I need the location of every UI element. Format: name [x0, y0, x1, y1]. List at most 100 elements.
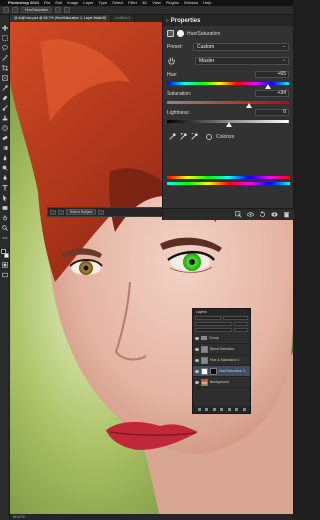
- channel-dropdown[interactable]: Master: [195, 56, 289, 65]
- layer-name: Hue & Saturation 1: [210, 358, 240, 362]
- saturation-slider-thumb[interactable]: [246, 103, 253, 108]
- visibility-eye-icon[interactable]: [195, 336, 199, 340]
- frame-tool-icon[interactable]: [1, 75, 8, 81]
- reset-icon[interactable]: [259, 211, 266, 218]
- layer-style-icon[interactable]: [205, 408, 208, 411]
- rectangle-tool-icon[interactable]: [2, 205, 8, 211]
- tab-active-document[interactable]: @ AdjEndo.psd @ 66.7% (Hue/Saturation 1,…: [10, 15, 112, 22]
- lock-options[interactable]: [195, 328, 232, 332]
- lightness-slider-thumb[interactable]: [225, 122, 232, 127]
- view-previous-state-icon[interactable]: [247, 211, 254, 218]
- task-bar-handle-icon[interactable]: [50, 209, 56, 215]
- new-group-icon[interactable]: [227, 408, 231, 411]
- add-mask-icon[interactable]: [212, 408, 216, 411]
- layer-mask-thumbnail[interactable]: [210, 367, 217, 375]
- adjustment-field[interactable]: Hue/Saturation: [21, 7, 53, 13]
- link-layers-icon[interactable]: [197, 408, 201, 411]
- layer-kind-filter[interactable]: [195, 316, 221, 320]
- saturation-value-field[interactable]: +34: [255, 90, 289, 97]
- task-bar-more-icon[interactable]: [98, 209, 105, 215]
- clone-stamp-tool-icon[interactable]: [2, 115, 8, 121]
- eyedropper-icon[interactable]: [169, 133, 176, 140]
- select-subject-button[interactable]: Select Subject: [66, 209, 97, 215]
- hue-slider-thumb[interactable]: [264, 84, 271, 89]
- preset-dropdown[interactable]: Custom: [193, 42, 289, 51]
- history-brush-tool-icon[interactable]: [1, 125, 8, 131]
- option-icon[interactable]: [64, 7, 71, 13]
- healing-brush-tool-icon[interactable]: [2, 95, 8, 101]
- tab-document[interactable]: Untitled-1: [111, 15, 136, 22]
- layer-row[interactable]: Group: [193, 333, 250, 344]
- tool-preset-icon[interactable]: [12, 7, 18, 13]
- adjustment-layer-icon: [167, 30, 174, 37]
- layer-row-selected[interactable]: Hue/Saturation 1: [193, 366, 250, 377]
- saturation-slider-track[interactable]: [167, 101, 289, 104]
- panel-menu-icon[interactable]: »: [166, 18, 169, 24]
- marquee-tool-icon[interactable]: [1, 35, 8, 41]
- eyedropper-row: Colorize: [163, 128, 293, 145]
- pen-tool-icon[interactable]: [2, 175, 8, 181]
- hue-value-field[interactable]: +65: [255, 71, 289, 78]
- eyedropper-tool-icon[interactable]: [1, 85, 8, 91]
- document-tabs: @ AdjEndo.psd @ 66.7% (Hue/Saturation 1,…: [10, 15, 162, 22]
- layer-row[interactable]: Hue & Saturation 1: [193, 355, 250, 366]
- type-tool-icon[interactable]: [2, 185, 8, 191]
- more-tools-icon[interactable]: [2, 235, 8, 241]
- brush-tool-icon[interactable]: [2, 105, 8, 111]
- properties-panel: » Properties Hue/Saturation Preset: Cust…: [162, 15, 294, 220]
- layer-filter-icons[interactable]: [222, 316, 248, 320]
- fill-field[interactable]: [234, 328, 248, 332]
- hue-slider-block: Hue: +65: [163, 71, 293, 90]
- blend-mode-dropdown[interactable]: [195, 322, 232, 326]
- new-adjustment-icon[interactable]: [220, 408, 223, 411]
- hand-tool-icon[interactable]: [2, 215, 8, 221]
- eyedropper-add-icon[interactable]: [180, 133, 187, 140]
- adjustment-thumbnail: [201, 367, 208, 375]
- eraser-tool-icon[interactable]: [1, 135, 8, 141]
- screen-mode-icon[interactable]: [1, 272, 8, 278]
- task-bar-option-icon[interactable]: [58, 209, 64, 215]
- lightness-label: Lightness:: [167, 110, 190, 116]
- delete-layer-icon[interactable]: [242, 408, 246, 411]
- layer-thumbnail: [201, 378, 208, 386]
- properties-footer: [163, 208, 294, 220]
- opacity-field[interactable]: [234, 322, 248, 326]
- path-selection-tool-icon[interactable]: [2, 195, 8, 201]
- layer-thumbnail: [201, 356, 208, 364]
- color-swatches[interactable]: [0, 249, 9, 258]
- clip-to-layer-icon[interactable]: [235, 211, 242, 218]
- mask-icon[interactable]: [177, 30, 184, 37]
- gradient-tool-icon[interactable]: [2, 145, 8, 151]
- adjustment-name: Hue/Saturation: [187, 30, 221, 37]
- tools-panel: [0, 15, 10, 520]
- foreground-color-swatch[interactable]: [0, 249, 6, 254]
- adjustment-header: Hue/Saturation: [163, 26, 293, 41]
- visibility-eye-icon[interactable]: [195, 380, 199, 384]
- colorize-checkbox[interactable]: [206, 133, 212, 140]
- visibility-eye-icon[interactable]: [195, 347, 199, 351]
- new-layer-icon[interactable]: [235, 408, 238, 411]
- targeted-adjustment-hand-icon[interactable]: [167, 56, 176, 65]
- status-bar: 66.67%: [10, 514, 293, 520]
- home-icon[interactable]: [3, 7, 9, 13]
- crop-tool-icon[interactable]: [1, 65, 8, 71]
- visibility-eye-icon[interactable]: [195, 358, 199, 362]
- toggle-visibility-icon[interactable]: [271, 211, 278, 218]
- blur-tool-icon[interactable]: [2, 155, 8, 161]
- option-icon[interactable]: [55, 7, 62, 13]
- quick-mask-icon[interactable]: [1, 262, 8, 268]
- layer-row[interactable]: Background: [193, 377, 250, 388]
- eyedropper-subtract-icon[interactable]: [191, 133, 198, 140]
- visibility-eye-icon[interactable]: [195, 369, 199, 373]
- layer-row[interactable]: Blend Selection: [193, 344, 250, 355]
- delete-icon[interactable]: [283, 211, 290, 218]
- lightness-value-field[interactable]: 0: [255, 109, 289, 116]
- magic-wand-tool-icon[interactable]: [1, 55, 8, 61]
- dodge-tool-icon[interactable]: [2, 165, 8, 171]
- lasso-tool-icon[interactable]: [1, 45, 8, 51]
- layer-name: Blend Selection: [210, 347, 235, 351]
- colorize-label: Colorize: [216, 133, 235, 140]
- move-tool-icon[interactable]: [1, 25, 8, 31]
- zoom-readout: 66.67%: [13, 515, 25, 519]
- zoom-tool-icon[interactable]: [1, 225, 8, 231]
